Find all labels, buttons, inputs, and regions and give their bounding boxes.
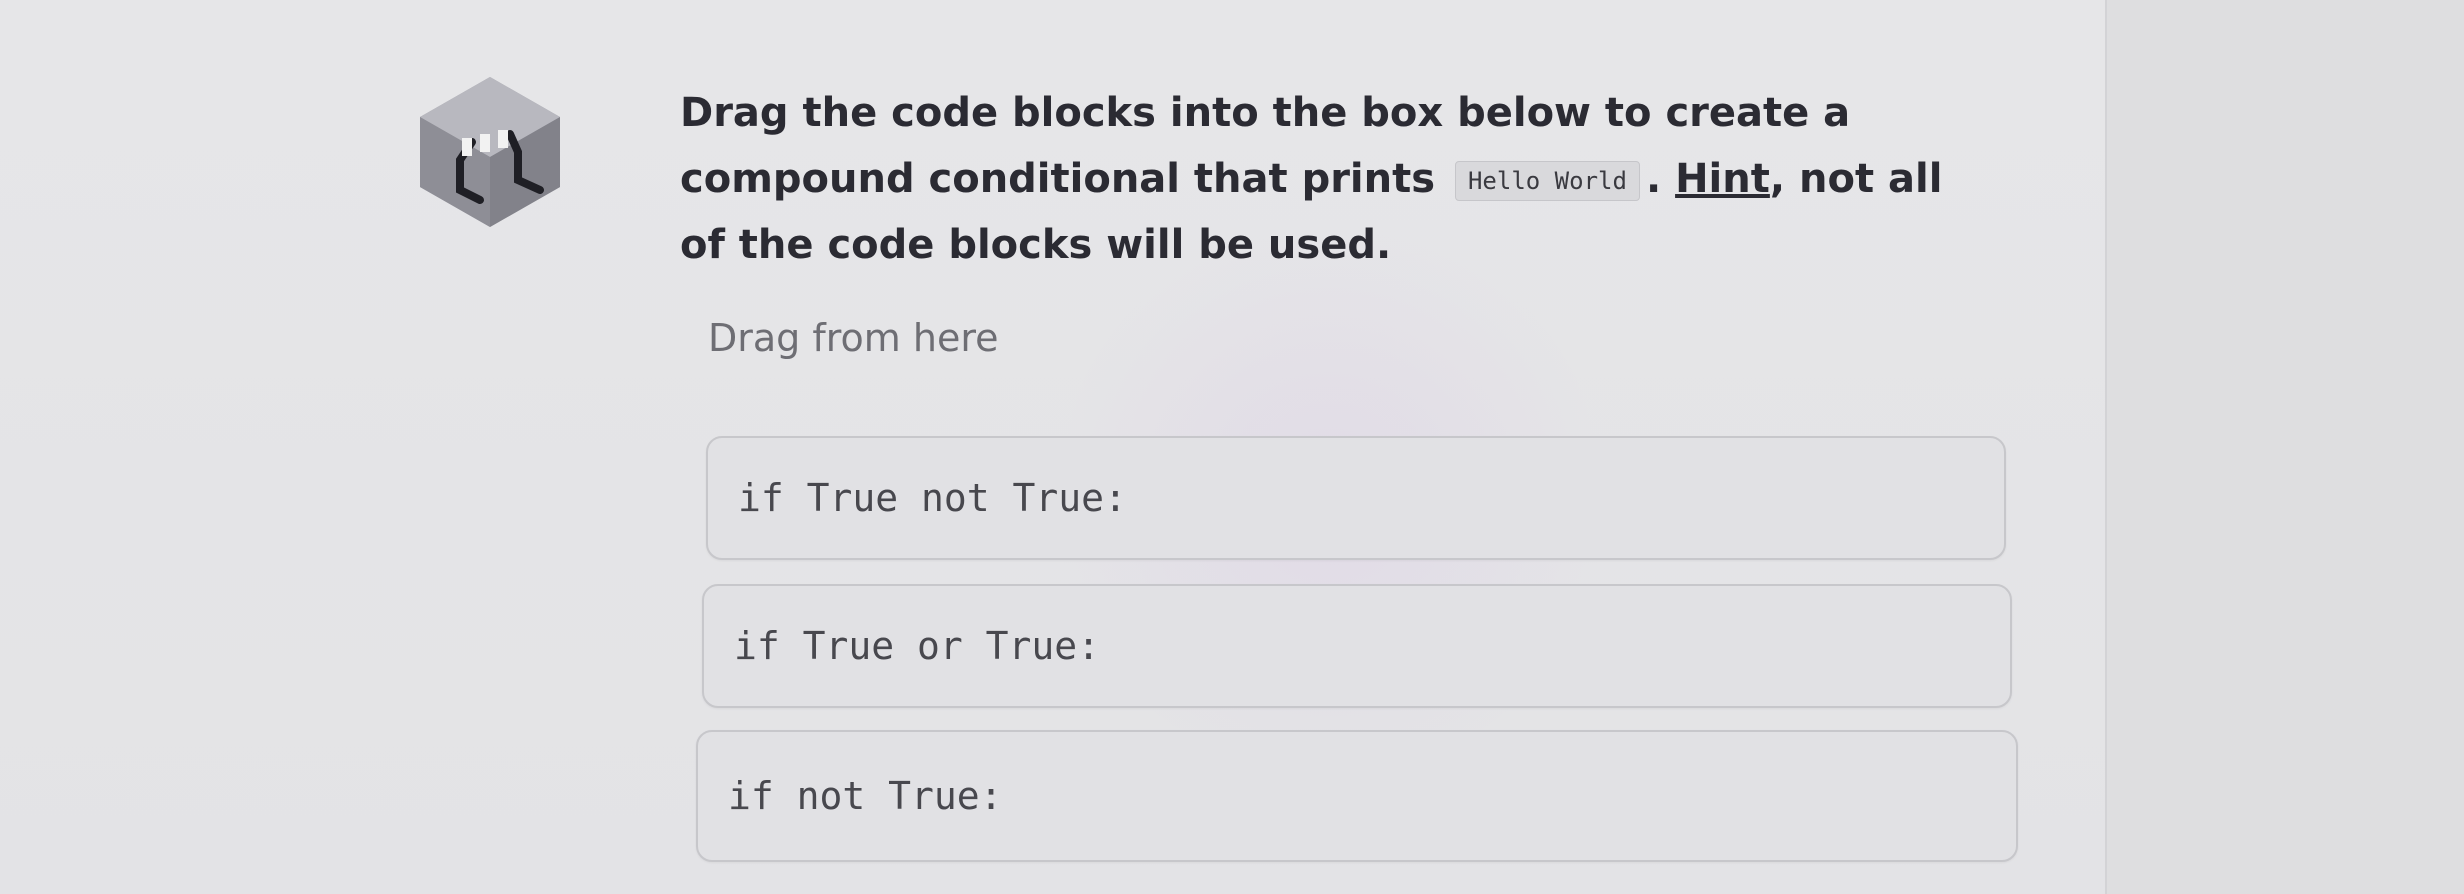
code-block-text: if not True: — [728, 774, 1003, 818]
inline-code-hello-world: Hello World — [1454, 161, 1640, 201]
code-block-if-not-true[interactable]: if not True: — [696, 730, 2018, 862]
code-block-if-true-not-true[interactable]: if True not True: — [706, 436, 2006, 560]
code-block-text: if True not True: — [738, 476, 1127, 520]
hint-link[interactable]: Hint — [1675, 156, 1770, 202]
code-bracket-cube-icon — [420, 77, 560, 227]
question-prompt: Drag the code blocks into the box below … — [680, 80, 1980, 278]
code-block-text: if True or True: — [734, 624, 1101, 668]
code-block-if-true-or-true[interactable]: if True or True: — [702, 584, 2012, 708]
drag-from-here-label: Drag from here — [708, 316, 999, 360]
page-background — [2107, 0, 2464, 894]
question-text-part2: . — [1645, 156, 1662, 202]
